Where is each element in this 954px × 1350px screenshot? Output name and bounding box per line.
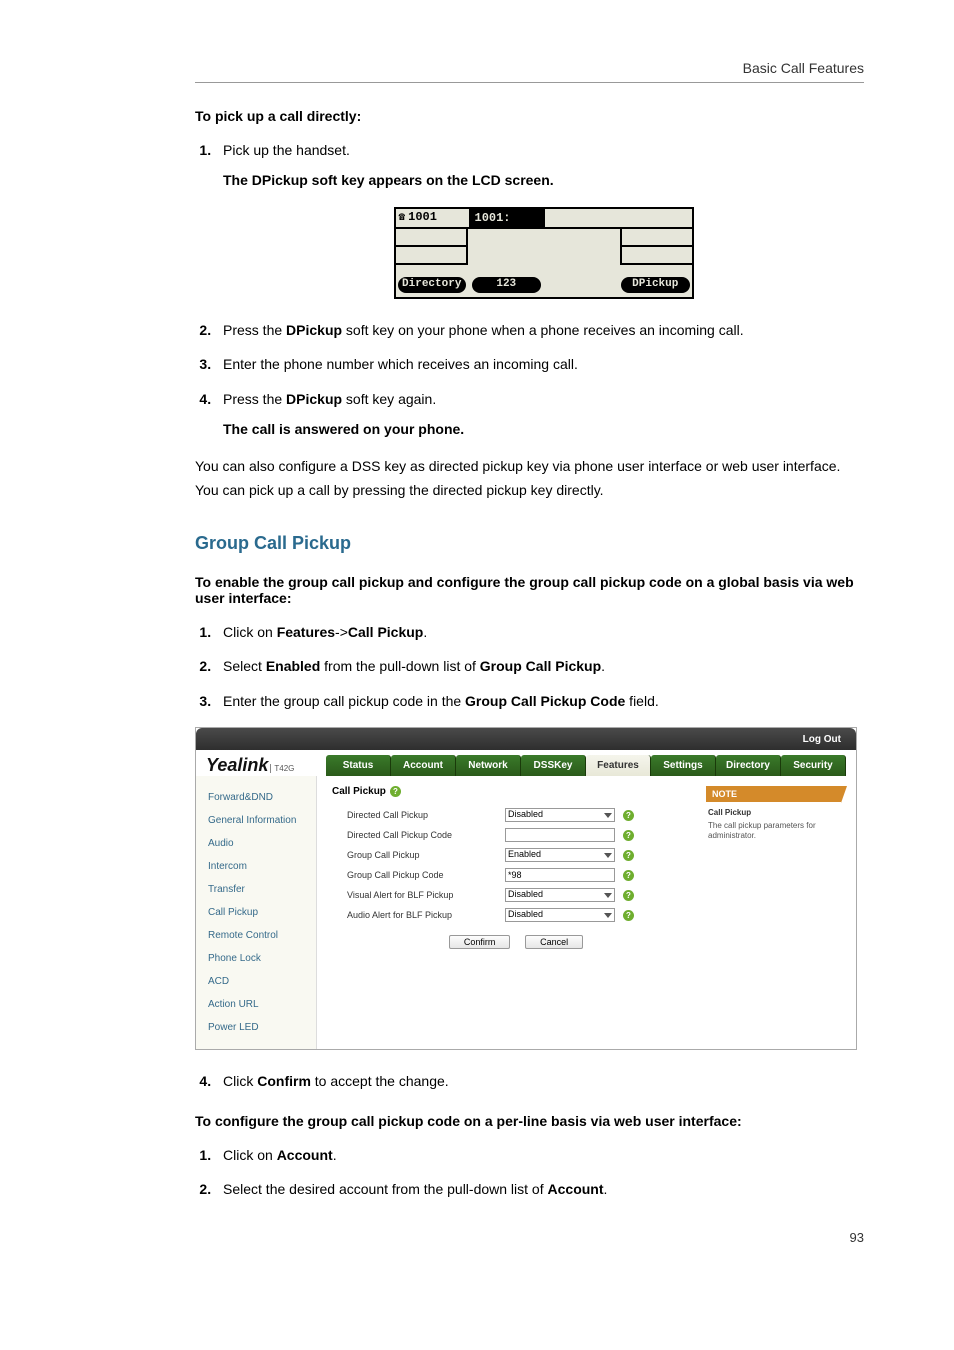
help-icon[interactable]: ? [623, 870, 634, 881]
section-title-direct-pickup: To pick up a call directly: [195, 108, 864, 124]
note-panel: NOTE Call Pickup The call pickup paramet… [700, 786, 841, 949]
step-subtext: The call is answered on your phone. [223, 418, 864, 440]
header-title: Basic Call Features [195, 60, 864, 76]
field-label: Group Call Pickup [332, 850, 497, 860]
form-row: Group Call Pickup Code? [332, 865, 700, 885]
select-visual-alert-for-blf-pickup[interactable]: Disabled [505, 888, 615, 902]
perline-title: To configure the group call pickup code … [195, 1113, 864, 1129]
field-label: Audio Alert for BLF Pickup [332, 910, 497, 920]
tab-network[interactable]: Network [456, 755, 521, 776]
softkey-123[interactable]: 123 [472, 277, 541, 293]
select-audio-alert-for-blf-pickup[interactable]: Disabled [505, 908, 615, 922]
page-header: Basic Call Features [195, 60, 864, 83]
logout-link[interactable]: Log Out [803, 734, 841, 745]
help-icon[interactable]: ? [623, 830, 634, 841]
phone-icon [399, 208, 406, 228]
note-body: The call pickup parameters for administr… [708, 821, 816, 840]
note-title: Call Pickup [708, 808, 839, 818]
lcd-screenshot: 1001 1001: Directory 123 DPickup [394, 207, 694, 299]
sidebar-item-transfer[interactable]: Transfer [196, 878, 316, 901]
input-directed-call-pickup-code[interactable] [505, 828, 615, 842]
list-item: Select Enabled from the pull-down list o… [215, 655, 864, 677]
list-item: Click Confirm to accept the change. [215, 1070, 864, 1092]
tab-settings[interactable]: Settings [651, 755, 716, 776]
tab-directory[interactable]: Directory [716, 755, 781, 776]
sidebar-item-call-pickup[interactable]: Call Pickup [196, 901, 316, 924]
field-label: Directed Call Pickup Code [332, 830, 497, 840]
list-item: Press the DPickup soft key again. The ca… [215, 388, 864, 441]
list-item: Enter the group call pickup code in the … [215, 690, 864, 712]
group-steps-cont: Click Confirm to accept the change. [195, 1070, 864, 1092]
field-label: Visual Alert for BLF Pickup [332, 890, 497, 900]
form-row: Group Call Pickup Enabled? [332, 845, 700, 865]
tab-dsskey[interactable]: DSSKey [521, 755, 586, 776]
sidebar: Forward&DNDGeneral InformationAudioInter… [196, 776, 317, 1049]
group-steps: Click on Features->Call Pickup. Select E… [195, 621, 864, 712]
after-steps-paragraph: You can also configure a DSS key as dire… [195, 455, 864, 503]
direct-pickup-steps: Pick up the handset. The DPickup soft ke… [195, 139, 864, 440]
sidebar-item-remote-control[interactable]: Remote Control [196, 924, 316, 947]
note-head: NOTE [706, 786, 841, 802]
group-call-pickup-heading: Group Call Pickup [195, 533, 864, 554]
sidebar-item-general-information[interactable]: General Information [196, 809, 316, 832]
list-item: Pick up the handset. The DPickup soft ke… [215, 139, 864, 299]
list-item: Click on Account. [215, 1144, 864, 1166]
lcd-title: 1001: [471, 209, 545, 229]
help-icon[interactable]: ? [623, 910, 634, 921]
field-label: Directed Call Pickup [332, 810, 497, 820]
main-tabs: StatusAccountNetworkDSSKeyFeaturesSettin… [326, 750, 856, 776]
help-icon[interactable]: ? [623, 810, 634, 821]
sidebar-item-acd[interactable]: ACD [196, 970, 316, 993]
step-subtext: The DPickup soft key appears on the LCD … [223, 169, 864, 191]
list-item: Click on Features->Call Pickup. [215, 621, 864, 643]
list-item: Enter the phone number which receives an… [215, 353, 864, 375]
form-row: Audio Alert for BLF Pickup Disabled? [332, 905, 700, 925]
confirm-button[interactable]: Confirm [449, 935, 511, 949]
list-item: Press the DPickup soft key on your phone… [215, 319, 864, 341]
sidebar-item-action-url[interactable]: Action URL [196, 993, 316, 1016]
tab-account[interactable]: Account [391, 755, 456, 776]
cancel-button[interactable]: Cancel [525, 935, 583, 949]
step-text: Pick up the handset. [223, 142, 350, 158]
sidebar-item-forward-dnd[interactable]: Forward&DND [196, 786, 316, 809]
softkey-directory[interactable]: Directory [398, 277, 467, 293]
lcd-extension: 1001 [396, 209, 471, 229]
sidebar-item-audio[interactable]: Audio [196, 832, 316, 855]
sidebar-item-power-led[interactable]: Power LED [196, 1016, 316, 1039]
select-directed-call-pickup[interactable]: Disabled [505, 808, 615, 822]
panel-title: Call Pickup ? [332, 786, 700, 797]
perline-steps: Click on Account. Select the desired acc… [195, 1144, 864, 1201]
softkey-dpickup[interactable]: DPickup [621, 277, 690, 293]
field-label: Group Call Pickup Code [332, 870, 497, 880]
tab-features[interactable]: Features [586, 755, 651, 776]
tab-status[interactable]: Status [326, 755, 391, 776]
sidebar-item-intercom[interactable]: Intercom [196, 855, 316, 878]
form-row: Visual Alert for BLF Pickup Disabled? [332, 885, 700, 905]
input-group-call-pickup-code[interactable] [505, 868, 615, 882]
select-group-call-pickup[interactable]: Enabled [505, 848, 615, 862]
sidebar-item-phone-lock[interactable]: Phone Lock [196, 947, 316, 970]
help-icon[interactable]: ? [623, 890, 634, 901]
softkey-empty [547, 277, 616, 293]
form-row: Directed Call Pickup Code? [332, 825, 700, 845]
brand-logo: YealinkT42G [196, 751, 326, 776]
help-icon[interactable]: ? [623, 850, 634, 861]
tab-security[interactable]: Security [781, 755, 846, 776]
page-number: 93 [195, 1230, 864, 1245]
form-row: Directed Call Pickup Disabled? [332, 805, 700, 825]
list-item: Select the desired account from the pull… [215, 1178, 864, 1200]
help-icon[interactable]: ? [390, 786, 401, 797]
group-intro: To enable the group call pickup and conf… [195, 574, 864, 606]
web-ui-screenshot: Log Out YealinkT42G StatusAccountNetwork… [195, 727, 857, 1050]
